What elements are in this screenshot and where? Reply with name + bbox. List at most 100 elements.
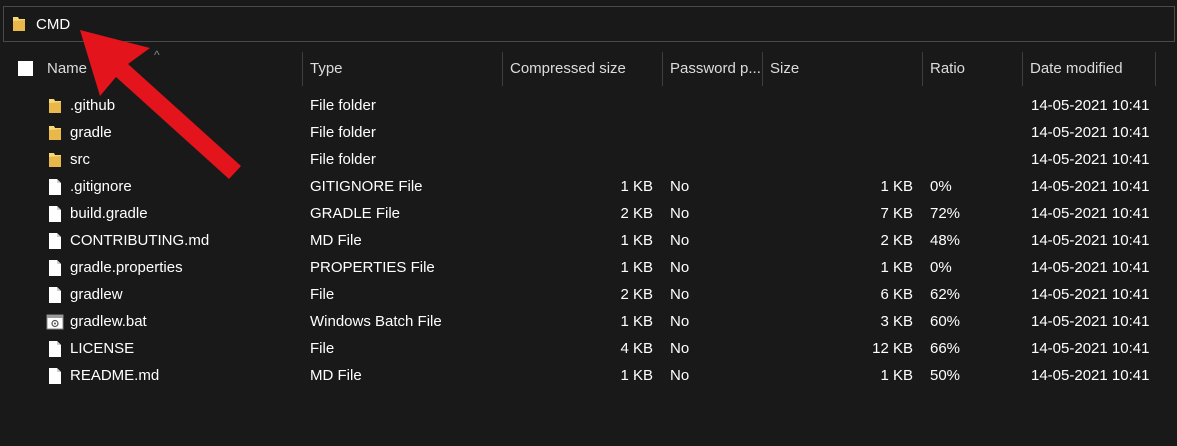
folder-icon xyxy=(46,92,64,119)
file-type: GITIGNORE File xyxy=(310,178,423,195)
folder-icon xyxy=(12,15,26,33)
file-name: LICENSE xyxy=(70,340,135,357)
file-icon xyxy=(46,173,64,200)
file-size: 7 KB xyxy=(880,205,913,222)
column-header-compressed-size[interactable]: Compressed size xyxy=(503,52,662,86)
file-icon xyxy=(46,227,64,254)
file-type: MD File xyxy=(310,232,362,249)
file-row[interactable]: .github File folder 14-05-2021 10:41 xyxy=(0,92,1177,119)
file-icon xyxy=(46,335,64,362)
file-icon xyxy=(46,281,64,308)
file-ratio: 66% xyxy=(930,340,961,357)
file-password: No xyxy=(670,178,690,195)
file-date-modified: 14-05-2021 10:41 xyxy=(1031,232,1150,249)
file-size xyxy=(820,92,913,119)
file-size: 1 KB xyxy=(880,178,913,195)
file-compressed-size: 4 KB xyxy=(620,340,653,357)
file-icon xyxy=(46,200,64,227)
folder-icon xyxy=(46,119,64,146)
file-icon xyxy=(46,254,64,281)
file-row[interactable]: README.md MD File 1 KB No 1 KB 50% 14-05-2021 … xyxy=(0,362,1177,389)
address-bar[interactable]: CMD xyxy=(3,6,1175,42)
address-path: CMD xyxy=(36,15,71,33)
column-header-date-modified[interactable]: Date modified xyxy=(1023,52,1153,86)
file-date-modified: 14-05-2021 10:41 xyxy=(1031,151,1150,168)
file-size: 1 KB xyxy=(880,259,913,276)
file-ratio: 50% xyxy=(930,367,961,384)
file-compressed-size: 1 KB xyxy=(620,313,653,330)
file-name: src xyxy=(70,151,90,168)
file-date-modified: 14-05-2021 10:41 xyxy=(1031,124,1150,141)
column-header-ratio[interactable]: Ratio xyxy=(923,52,1022,86)
file-ratio: 62% xyxy=(930,286,961,303)
file-date-modified: 14-05-2021 10:41 xyxy=(1031,286,1150,303)
file-type: File folder xyxy=(310,97,376,114)
file-name: gradle.properties xyxy=(70,259,183,276)
file-icon xyxy=(46,362,64,389)
file-ratio: 48% xyxy=(930,232,961,249)
file-ratio: 0% xyxy=(930,259,952,276)
file-row[interactable]: build.gradle GRADLE File 2 KB No 7 KB 72% 14-0… xyxy=(0,200,1177,227)
file-date-modified: 14-05-2021 10:41 xyxy=(1031,178,1150,195)
file-date-modified: 14-05-2021 10:41 xyxy=(1031,367,1150,384)
file-type: File folder xyxy=(310,124,376,141)
file-date-modified: 14-05-2021 10:41 xyxy=(1031,340,1150,357)
file-ratio: 72% xyxy=(930,205,961,222)
file-name: gradle xyxy=(70,124,112,141)
file-password: No xyxy=(670,259,690,276)
file-name: build.gradle xyxy=(70,205,148,222)
file-row[interactable]: .gitignore GITIGNORE File 1 KB No 1 KB 0% 14-0… xyxy=(0,173,1177,200)
file-name: CONTRIBUTING.md xyxy=(70,232,210,249)
file-type: GRADLE File xyxy=(310,205,401,222)
file-type: File xyxy=(310,340,335,357)
file-row[interactable]: src File folder 14-05-2021 10:41 xyxy=(0,146,1177,173)
file-compressed-size: 1 KB xyxy=(620,367,653,384)
file-compressed-size: 2 KB xyxy=(620,205,653,222)
file-row[interactable]: gradle File folder 14-05-2021 10:41 xyxy=(0,119,1177,146)
file-password: No xyxy=(670,232,690,249)
file-compressed-size xyxy=(560,119,653,146)
column-header-type[interactable]: Type xyxy=(303,52,502,86)
file-row[interactable]: CONTRIBUTING.md MD File 1 KB No 2 KB 48% 14-05… xyxy=(0,227,1177,254)
file-size xyxy=(820,119,913,146)
file-ratio: 0% xyxy=(930,178,952,195)
file-type: File folder xyxy=(310,151,376,168)
file-compressed-size xyxy=(560,146,653,173)
file-list: .github File folder 14-05-2021 10:41 gradle… xyxy=(0,92,1177,389)
file-row[interactable]: gradle.properties PROPERTIES File 1 KB No 1 … xyxy=(0,254,1177,281)
folder-icon xyxy=(46,146,64,173)
file-type: PROPERTIES File xyxy=(310,259,435,276)
file-password: No xyxy=(670,286,690,303)
column-header-size[interactable]: Size xyxy=(763,52,922,86)
file-type: MD File xyxy=(310,367,362,384)
batch-file-icon xyxy=(46,308,64,335)
column-header-row: Name Type Compressed size Password p... … xyxy=(0,52,1177,86)
file-name: gradlew.bat xyxy=(70,313,147,330)
file-explorer-window: CMD Name Type Compressed size Password p… xyxy=(0,0,1177,446)
file-name: README.md xyxy=(70,367,160,384)
file-name: .github xyxy=(70,97,116,114)
file-row[interactable]: gradlew File 2 KB No 6 KB 62% 14-05-2021 10:41 xyxy=(0,281,1177,308)
file-password: No xyxy=(670,313,690,330)
file-row[interactable]: LICENSE File 4 KB No 12 KB 66% 14-05-2021 10:4… xyxy=(0,335,1177,362)
column-divider[interactable] xyxy=(1155,52,1156,86)
file-ratio: 60% xyxy=(930,313,961,330)
file-compressed-size xyxy=(560,92,653,119)
file-size: 3 KB xyxy=(880,313,913,330)
file-date-modified: 14-05-2021 10:41 xyxy=(1031,205,1150,222)
file-size: 12 KB xyxy=(872,340,913,357)
file-compressed-size: 1 KB xyxy=(620,232,653,249)
sort-ascending-icon: ^ xyxy=(154,48,160,62)
column-header-name[interactable]: Name xyxy=(40,52,302,86)
file-date-modified: 14-05-2021 10:41 xyxy=(1031,313,1150,330)
select-all-checkbox[interactable] xyxy=(18,61,33,76)
file-row[interactable]: gradlew.bat Windows Batch File 1 KB No 3 KB 6… xyxy=(0,308,1177,335)
file-date-modified: 14-05-2021 10:41 xyxy=(1031,97,1150,114)
file-type: Windows Batch File xyxy=(310,313,442,330)
file-type: File xyxy=(310,286,335,303)
file-name: gradlew xyxy=(70,286,123,303)
file-date-modified: 14-05-2021 10:41 xyxy=(1031,259,1150,276)
file-name: .gitignore xyxy=(70,178,132,195)
column-header-password[interactable]: Password p... xyxy=(663,52,762,86)
file-password: No xyxy=(670,367,690,384)
